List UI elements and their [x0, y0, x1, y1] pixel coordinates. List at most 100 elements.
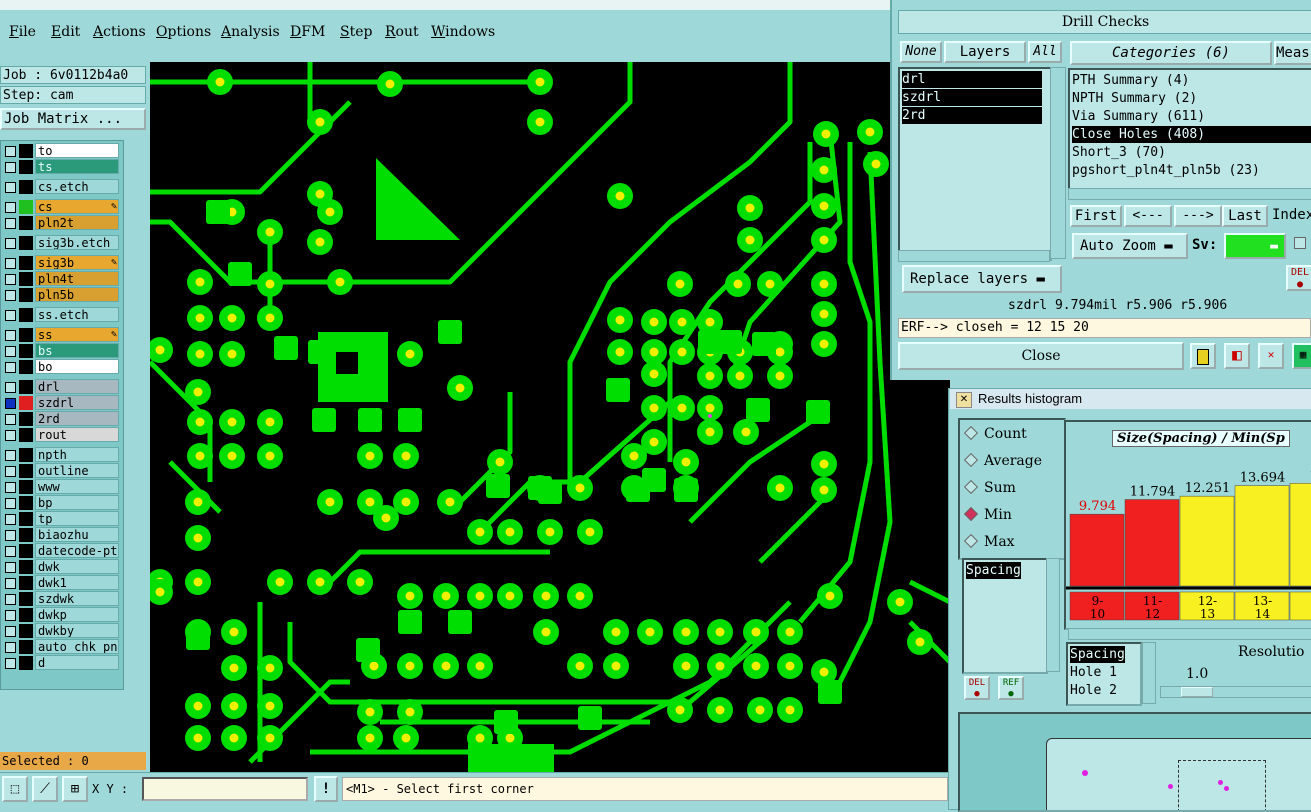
- layer-name[interactable]: auto_chk_pni: [35, 639, 119, 654]
- layer-row-d[interactable]: d: [1, 655, 121, 671]
- layer-checkbox[interactable]: [5, 466, 16, 477]
- layer-row-dwk1[interactable]: dwk1: [1, 575, 121, 591]
- layer-row-szdwk[interactable]: szdwk: [1, 591, 121, 607]
- menu-windows[interactable]: Windows: [431, 24, 495, 40]
- layer-row-rout[interactable]: rout: [1, 427, 121, 443]
- layer-checkbox[interactable]: [5, 530, 16, 541]
- layer-name[interactable]: cs.etch: [35, 179, 119, 194]
- layer-color-swatch[interactable]: [19, 496, 33, 510]
- layer-row-2rd[interactable]: 2rd: [1, 411, 121, 427]
- measure-list[interactable]: Spacing: [962, 558, 1048, 674]
- radio-min[interactable]: Min: [963, 506, 1012, 523]
- layer-name[interactable]: ss.etch: [35, 307, 119, 322]
- close-icon[interactable]: ✕: [956, 392, 972, 408]
- highlight-icon[interactable]: [1190, 343, 1216, 369]
- layer-color-swatch[interactable]: [19, 308, 33, 322]
- layer-checkbox[interactable]: [5, 482, 16, 493]
- slider-handle[interactable]: [1181, 687, 1213, 697]
- layer-color-swatch[interactable]: [19, 272, 33, 286]
- layer-row-outline[interactable]: outline: [1, 463, 121, 479]
- category-item[interactable]: PTH Summary (4): [1072, 72, 1189, 89]
- measure-button[interactable]: Meas: [1274, 41, 1311, 65]
- layer-row-cs[interactable]: cs ✎: [1, 199, 121, 215]
- layer-color-swatch[interactable]: [19, 640, 33, 654]
- layer-name[interactable]: dwkp: [35, 607, 119, 622]
- layer-name[interactable]: sig3b.etch: [35, 235, 119, 250]
- category-hscrollbar[interactable]: [1068, 188, 1311, 200]
- layer-color-swatch[interactable]: [19, 200, 33, 214]
- hist-del-button[interactable]: DEL ●: [964, 676, 990, 700]
- menu-edit[interactable]: Edit: [51, 24, 80, 40]
- layer-name[interactable]: rout: [35, 427, 119, 442]
- layer-name[interactable]: szdrl: [35, 395, 119, 410]
- radio-average[interactable]: Average: [963, 452, 1042, 469]
- layer-checkbox[interactable]: [5, 546, 16, 557]
- layer-row-npth[interactable]: npth: [1, 447, 121, 463]
- layer-checkbox[interactable]: [5, 362, 16, 373]
- drill-layer-item[interactable]: szdrl: [902, 89, 1042, 106]
- layer-checkbox[interactable]: [5, 274, 16, 285]
- category-item-selected[interactable]: Close Holes (408): [1072, 126, 1311, 143]
- step-icon[interactable]: ▦: [1292, 343, 1311, 369]
- layer-checkbox[interactable]: [5, 382, 16, 393]
- measure-icon[interactable]: ⟋: [32, 776, 58, 802]
- layer-name[interactable]: dwk: [35, 559, 119, 574]
- layer-color-swatch[interactable]: [19, 236, 33, 250]
- layer-checkbox[interactable]: [5, 514, 16, 525]
- all-button[interactable]: All: [1028, 41, 1062, 63]
- layer-list-hscrollbar[interactable]: [898, 250, 1050, 262]
- menu-options[interactable]: Options: [156, 24, 211, 40]
- layer-row-bp[interactable]: bp: [1, 495, 121, 511]
- prev-button[interactable]: <---: [1124, 205, 1172, 227]
- mark-icon[interactable]: ◧: [1224, 343, 1250, 369]
- category-item[interactable]: Short_3 (70): [1072, 144, 1166, 161]
- param-item-selected[interactable]: Spacing: [1070, 646, 1125, 663]
- layer-name[interactable]: npth: [35, 447, 119, 462]
- layer-checkbox[interactable]: [5, 162, 16, 173]
- layer-checkbox[interactable]: [5, 346, 16, 357]
- drill-layer-item[interactable]: drl: [902, 71, 1042, 88]
- layer-color-swatch[interactable]: [19, 608, 33, 622]
- layer-checkbox[interactable]: [5, 310, 16, 321]
- param-list-scrollbar[interactable]: [1142, 642, 1156, 704]
- replace-layers-dropdown[interactable]: Replace layers ▬: [902, 265, 1062, 293]
- layer-name[interactable]: sig3b: [35, 255, 119, 270]
- layer-name[interactable]: ss: [35, 327, 119, 342]
- sv-color-dropdown[interactable]: ▬: [1224, 233, 1286, 259]
- layer-checkbox[interactable]: [5, 290, 16, 301]
- layer-name[interactable]: to: [35, 143, 119, 158]
- layer-row-pln5b[interactable]: pln5b: [1, 287, 121, 303]
- layer-checkbox[interactable]: [5, 578, 16, 589]
- layer-checkbox[interactable]: [5, 202, 16, 213]
- layer-color-swatch[interactable]: [19, 428, 33, 442]
- first-button[interactable]: First: [1070, 205, 1122, 227]
- layer-row-ss[interactable]: ss ✎: [1, 327, 121, 343]
- auto-zoom-dropdown[interactable]: Auto Zoom ▬: [1072, 233, 1188, 259]
- layer-name[interactable]: dwkby: [35, 623, 119, 638]
- layer-name[interactable]: pln5b: [35, 287, 119, 302]
- layer-checkbox[interactable]: [5, 398, 16, 409]
- layer-checkbox[interactable]: [5, 594, 16, 605]
- layer-color-swatch[interactable]: [19, 288, 33, 302]
- layer-name[interactable]: biaozhu: [35, 527, 119, 542]
- del-button[interactable]: DEL ●: [1286, 265, 1311, 291]
- none-button[interactable]: None: [900, 41, 942, 63]
- menu-file[interactable]: File: [9, 24, 36, 40]
- alert-icon[interactable]: !: [314, 776, 338, 802]
- layer-list-scrollbar[interactable]: [1050, 67, 1066, 259]
- layer-checkbox[interactable]: [5, 626, 16, 637]
- category-item[interactable]: Via Summary (611): [1072, 108, 1205, 125]
- layer-row-bs[interactable]: bs: [1, 343, 121, 359]
- layer-color-swatch[interactable]: [19, 624, 33, 638]
- layer-name[interactable]: bo: [35, 359, 119, 374]
- menu-actions[interactable]: Actions: [93, 24, 146, 40]
- layer-row-ss.etch[interactable]: ss.etch: [1, 307, 121, 323]
- layer-checkbox[interactable]: [5, 146, 16, 157]
- layer-name[interactable]: pln4t: [35, 271, 119, 286]
- layer-color-swatch[interactable]: [19, 464, 33, 478]
- layer-row-dwkp[interactable]: dwkp: [1, 607, 121, 623]
- drill-layer-list[interactable]: drl szdrl 2rd: [898, 67, 1052, 261]
- layer-color-swatch[interactable]: [19, 360, 33, 374]
- layer-color-swatch[interactable]: [19, 396, 33, 410]
- layer-name[interactable]: bs: [35, 343, 119, 358]
